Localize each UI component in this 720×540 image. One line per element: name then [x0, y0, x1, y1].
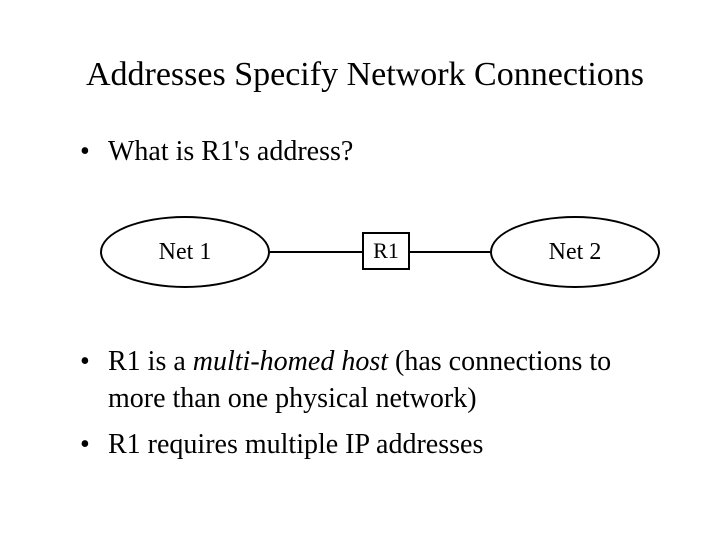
- slide-title: Addresses Specify Network Connections: [60, 56, 670, 94]
- link-router-net2: [410, 251, 490, 253]
- bullet-list-top: What is R1's address?: [60, 134, 670, 170]
- bullet-question: What is R1's address?: [80, 134, 670, 170]
- net1-label: Net 1: [159, 239, 212, 266]
- net2-cloud: Net 2: [490, 216, 660, 288]
- network-diagram: Net 1 R1 Net 2: [100, 204, 660, 304]
- bullet2-prefix: R1 is a: [108, 346, 193, 377]
- router-label: R1: [373, 238, 399, 264]
- net2-label: Net 2: [549, 239, 602, 266]
- slide: Addresses Specify Network Connections Wh…: [0, 0, 720, 540]
- net1-cloud: Net 1: [100, 216, 270, 288]
- bullet-list-bottom: R1 is a multi-homed host (has connection…: [60, 344, 670, 463]
- link-net1-router: [270, 251, 362, 253]
- bullet-multiple-ip: R1 requires multiple IP addresses: [80, 427, 670, 463]
- router-box: R1: [362, 232, 410, 270]
- bullet2-italic: multi-homed host: [193, 346, 388, 377]
- bullet-multihomed: R1 is a multi-homed host (has connection…: [80, 344, 670, 417]
